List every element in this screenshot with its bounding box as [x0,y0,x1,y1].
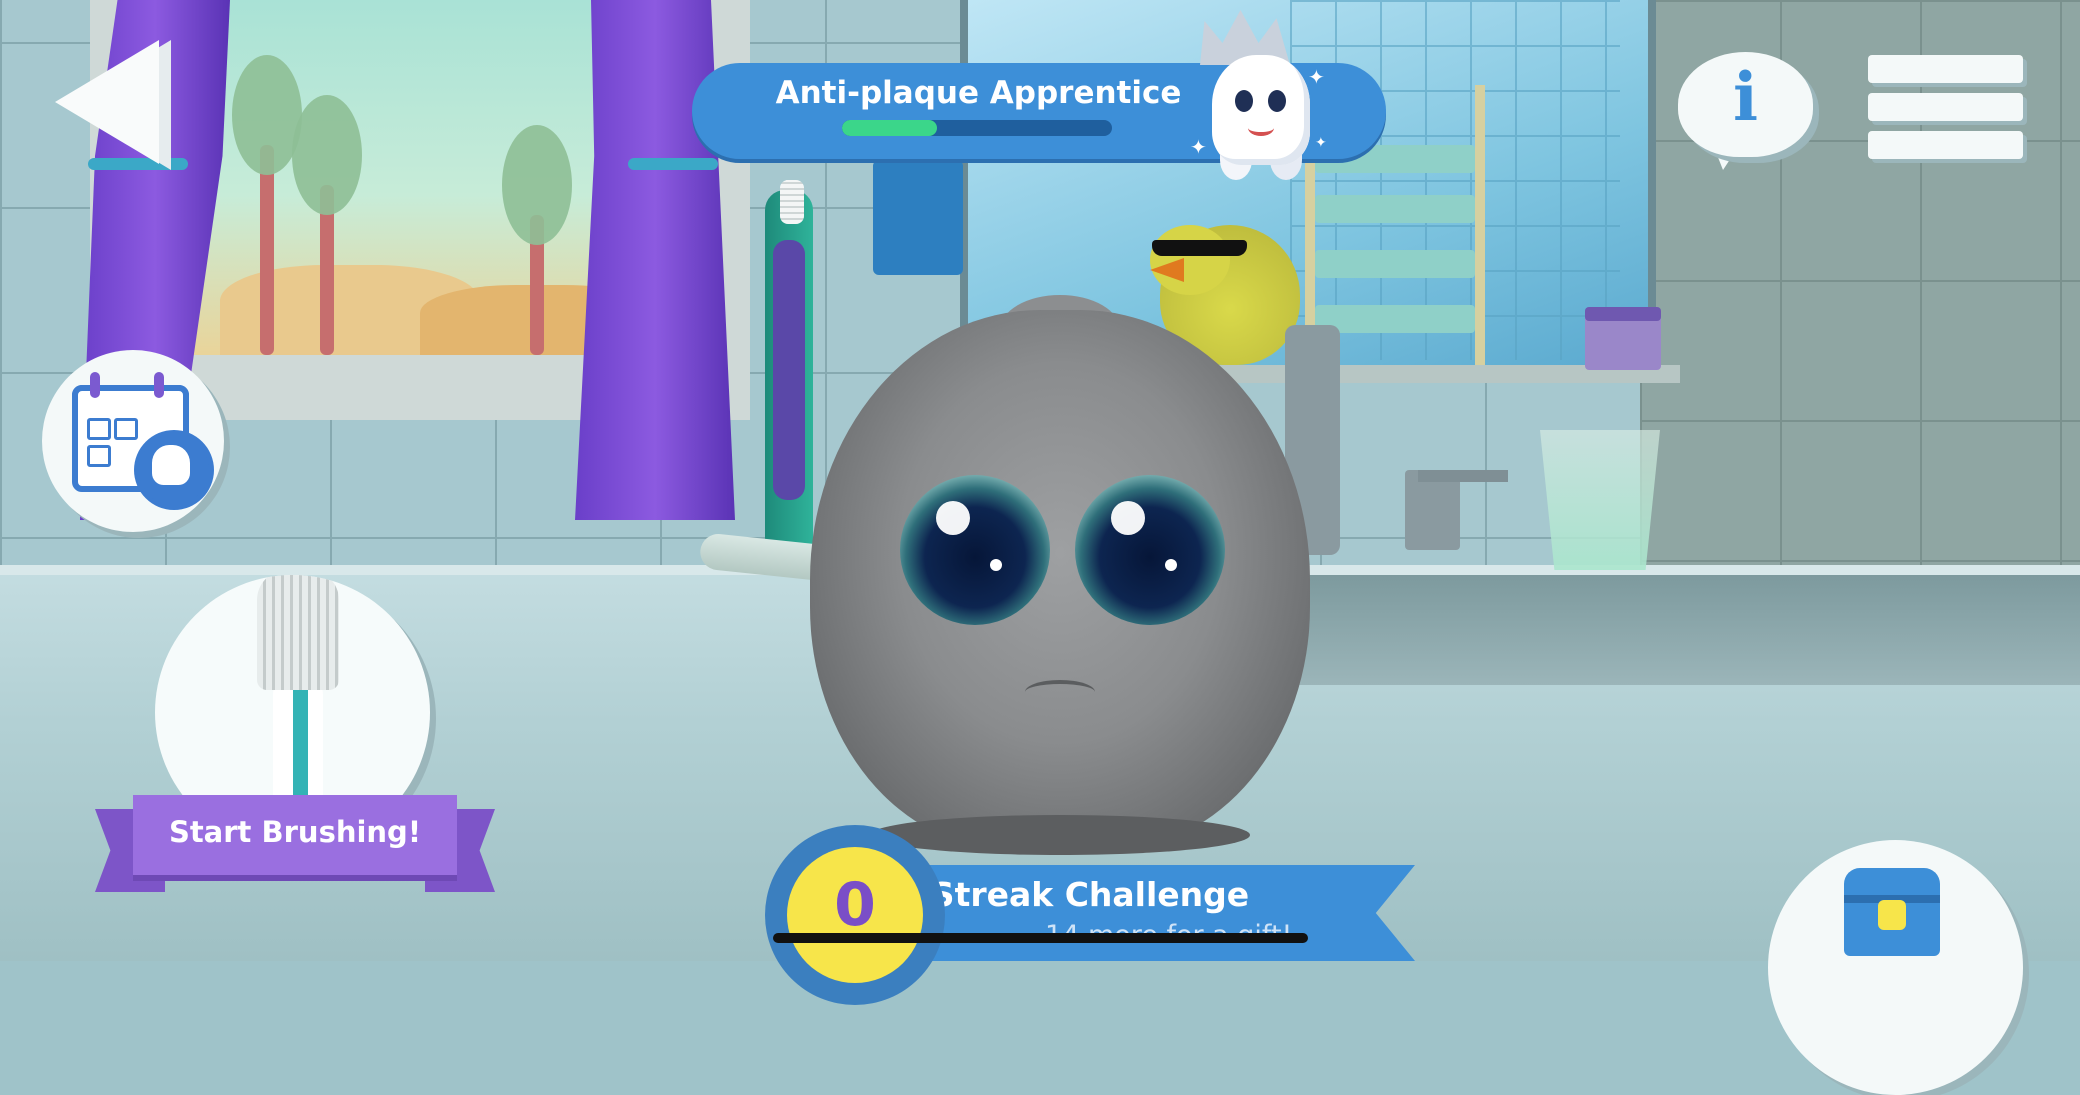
eye-glint [1165,559,1177,571]
duck-sunglasses [1152,240,1247,256]
rewards-chest-button[interactable] [1768,840,2023,1095]
hanging-towel [873,160,963,275]
calendar-button[interactable] [42,350,224,532]
window-tree [292,95,362,355]
tooth-icon [152,445,190,485]
calendar-cell [87,418,111,440]
start-brushing-ribbon[interactable]: Start Brushing! [95,795,495,892]
calendar-ring [154,372,164,398]
towel [1315,305,1475,333]
water-cup [1540,430,1660,570]
sink [1200,575,2080,685]
info-button[interactable]: i [1678,52,1813,170]
chest-lock-icon [1878,900,1906,930]
calendar-cell [87,445,111,467]
electric-toothbrush [765,190,813,550]
calendar-ring [90,372,100,398]
start-brushing-label: Start Brushing! [168,815,422,849]
monster-mouth [1025,680,1095,704]
sparkle-icon: ✦ [1190,135,1207,159]
tooth-smile [1248,120,1274,136]
jar [1585,307,1661,370]
soap-dispenser-head [1418,470,1508,482]
eye-glint [990,559,1002,571]
tooth-body [1212,55,1310,165]
soap-dispenser [1405,470,1460,550]
calendar-cell [114,418,138,440]
sparkle-icon: ✦ [1308,65,1325,89]
sparkle-icon: ✦ [1315,135,1327,151]
rank-progress-fill [842,120,937,136]
back-button[interactable] [55,40,171,170]
window-tree [232,55,302,355]
window-tree [502,125,572,355]
streak-counter-badge: 0 [765,825,945,1005]
duck-beak [1150,258,1184,282]
crowned-tooth-icon: ✦ ✦ ✦ [1190,10,1330,180]
towel [1315,195,1475,223]
hamburger-menu-icon [1868,131,2023,159]
monster-right-eye [1075,475,1225,625]
tooth-eye [1235,90,1253,112]
eye-glint [1111,501,1145,535]
rank-title: Anti-plaque Apprentice [775,75,1182,111]
streak-count: 0 [834,870,876,940]
hamburger-menu-icon [1868,93,2023,121]
monster-body [810,310,1310,850]
towel [1315,250,1475,278]
electric-toothbrush-head [780,180,804,224]
monster-left-eye [900,475,1050,625]
ribbon-body: Start Brushing! [133,795,457,875]
tooth-eye [1268,90,1286,112]
fluffy-monster-character[interactable] [810,295,1310,855]
hamburger-menu-icon [1868,55,2023,83]
rank-progress-bar [842,120,1112,136]
menu-button[interactable] [1868,55,2028,165]
info-icon: i [1732,58,1759,136]
eye-glint [936,501,970,535]
curtain-tie [628,158,718,170]
toothbrush-bristles [257,575,339,690]
home-indicator[interactable] [773,933,1308,943]
